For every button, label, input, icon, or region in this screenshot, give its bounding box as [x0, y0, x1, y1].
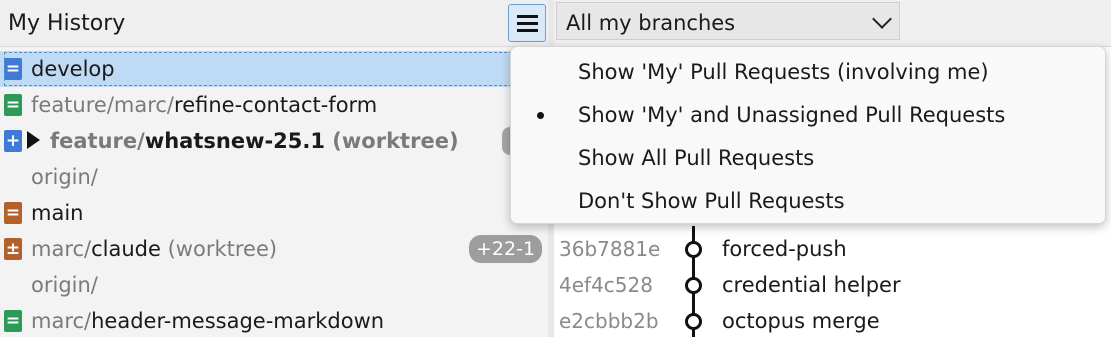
branch-name: claude	[91, 237, 161, 261]
worktree-label: (worktree)	[325, 129, 459, 153]
change-count-badge: +22-1	[469, 235, 543, 263]
commit-sha: 4ef4c528	[559, 273, 653, 297]
worktree-label: (worktree)	[160, 237, 278, 261]
branch-status-icon: =	[4, 58, 22, 80]
branch-name: main	[31, 201, 84, 225]
branch-prefix: feature/	[50, 129, 145, 153]
branch-row-origin[interactable]: origin/	[0, 159, 548, 195]
menu-item-my-and-unassigned[interactable]: Show 'My' and Unassigned Pull Requests	[511, 93, 1105, 137]
branch-status-icon: =	[4, 310, 22, 332]
branch-status-icon: ±	[4, 238, 22, 260]
branch-filter-value: All my branches	[566, 11, 736, 35]
chevron-down-icon	[872, 9, 892, 29]
branch-name: refine-contact-form	[174, 93, 378, 117]
expand-triangle-icon[interactable]	[27, 131, 40, 149]
branch-row-origin[interactable]: origin/	[0, 267, 548, 303]
menu-item-label: Show 'My' Pull Requests (involving me)	[578, 60, 989, 84]
commit-message: credential helper	[722, 273, 901, 297]
menu-item-label: Don't Show Pull Requests	[578, 189, 845, 213]
commit-node-icon	[685, 313, 702, 330]
branch-filter-dropdown[interactable]: All my branches	[556, 2, 900, 40]
branch-row-main[interactable]: = main	[0, 195, 548, 231]
commit-row[interactable]: e2cbbb2b octopus merge	[554, 303, 1111, 339]
commit-sha: e2cbbb2b	[559, 309, 659, 333]
branch-name: header-message-markdown	[91, 309, 385, 333]
commit-node-icon	[685, 277, 702, 294]
menu-item-dont-show[interactable]: Don't Show Pull Requests	[511, 179, 1105, 223]
radio-bullet-icon	[537, 112, 544, 119]
branch-status-icon: +	[4, 130, 22, 152]
change-count-badge	[502, 127, 510, 155]
pull-request-filter-menu: Show 'My' Pull Requests (involving me) S…	[510, 46, 1106, 224]
branch-status-icon: =	[4, 94, 22, 116]
branch-name: whatsnew-25.1	[144, 129, 325, 153]
menu-item-label: Show 'My' and Unassigned Pull Requests	[578, 103, 1006, 127]
branch-row-claude[interactable]: ± marc/claude (worktree) +22-1	[0, 231, 548, 267]
history-pane: My History = develop = feature/marc/refi…	[0, 0, 548, 337]
commit-node-icon	[685, 241, 702, 258]
branch-name: develop	[31, 57, 115, 81]
commit-message: forced-push	[722, 237, 847, 261]
hamburger-menu-icon[interactable]	[508, 4, 546, 42]
branch-row-refine-contact-form[interactable]: = feature/marc/refine-contact-form	[0, 87, 548, 123]
commits-header: All my branches	[554, 0, 1111, 47]
branch-row-header-message-markdown[interactable]: = marc/header-message-markdown	[0, 303, 548, 339]
branch-status-icon: =	[4, 202, 22, 224]
branch-row-develop[interactable]: = develop	[0, 51, 548, 87]
commit-row[interactable]: 4ef4c528 credential helper	[554, 267, 1111, 303]
branch-prefix: origin/	[31, 273, 98, 297]
branch-prefix: marc/	[31, 237, 92, 261]
menu-item-my-pull-requests[interactable]: Show 'My' Pull Requests (involving me)	[511, 50, 1105, 94]
menu-item-label: Show All Pull Requests	[578, 146, 815, 170]
branch-prefix: origin/	[31, 165, 98, 189]
pane-title: My History	[8, 11, 126, 36]
commit-sha: 36b7881e	[559, 237, 661, 261]
branch-row-whatsnew[interactable]: + feature/whatsnew-25.1 (worktree)	[0, 123, 548, 159]
commit-row[interactable]: 36b7881e forced-push	[554, 231, 1111, 267]
menu-item-show-all[interactable]: Show All Pull Requests	[511, 136, 1105, 180]
branch-prefix: feature/marc/	[31, 93, 175, 117]
branch-prefix: marc/	[31, 309, 92, 333]
history-header: My History	[0, 0, 548, 47]
commit-message: octopus merge	[722, 309, 880, 333]
